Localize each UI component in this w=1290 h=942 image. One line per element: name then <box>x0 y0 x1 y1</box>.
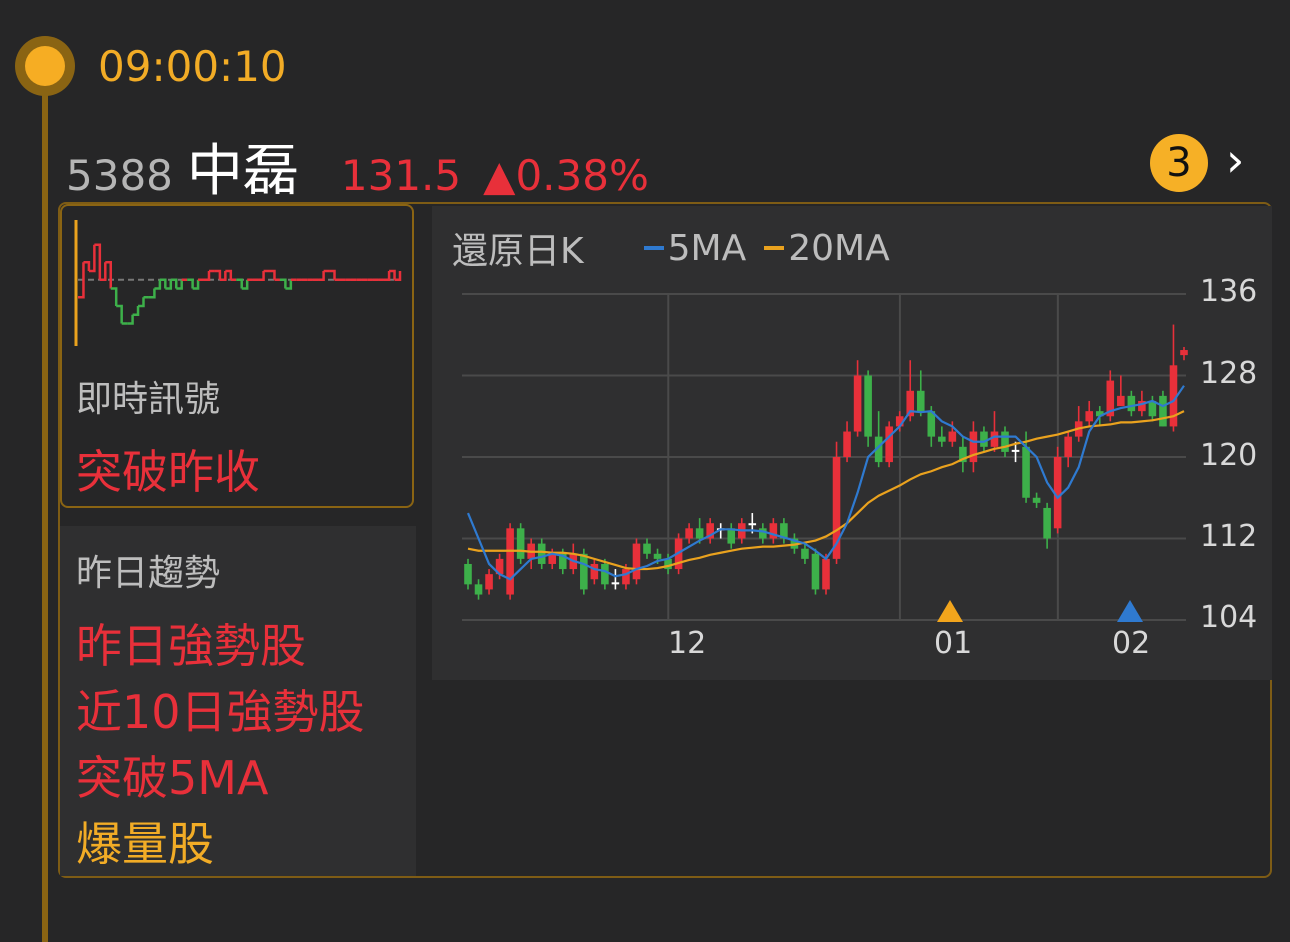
chevron-right-icon[interactable]: › <box>1226 130 1244 190</box>
intraday-segment <box>132 306 140 316</box>
stock-price: 131.5 <box>340 151 462 200</box>
ma5-legend-label: 5MA <box>667 227 747 269</box>
intraday-segment <box>187 278 194 289</box>
ma20-legend-label: 20MA <box>788 227 890 269</box>
x-tick-label: 12 <box>668 626 707 661</box>
timeline-dot-icon <box>15 36 75 96</box>
intraday-segment <box>203 271 211 281</box>
signal-count-badge[interactable]: 3 <box>1150 134 1208 192</box>
intraday-segment <box>214 269 222 280</box>
signal-time: 09:00:10 <box>98 42 287 91</box>
trend-item: 爆量股 <box>76 817 214 871</box>
stock-name: 中磊 <box>186 139 299 204</box>
intraday-sparkline <box>74 220 402 346</box>
chart-title: 還原日K <box>452 231 584 272</box>
kline-chart-panel[interactable] <box>432 206 1272 680</box>
trend-item: 近10日強勢股 <box>76 685 365 739</box>
intraday-segment <box>154 279 162 290</box>
y-tick-label: 136 <box>1200 274 1258 309</box>
ma20-legend-swatch <box>764 246 785 250</box>
chart-legend: 還原日K 5MA 20MA <box>452 222 890 274</box>
intraday-segment <box>383 271 391 281</box>
y-tick-label: 128 <box>1200 356 1258 391</box>
y-tick-label: 104 <box>1200 600 1258 635</box>
intraday-segment <box>329 269 336 280</box>
ma5-legend-swatch <box>643 246 664 250</box>
y-tick-label: 112 <box>1200 519 1258 554</box>
x-tick-label: 01 <box>934 626 973 661</box>
intraday-segment <box>258 271 265 281</box>
trend-title: 昨日趨勢 <box>76 553 221 594</box>
intraday-segment <box>127 314 134 325</box>
y-tick-label: 120 <box>1200 438 1258 473</box>
trend-item: 昨日強勢股 <box>76 619 306 673</box>
stock-header[interactable]: 5388 中磊 131.5 ▲0.38% <box>66 126 649 204</box>
intraday-segment <box>236 278 243 289</box>
stock-code: 5388 <box>66 151 173 200</box>
trend-item: 突破5MA <box>76 751 269 805</box>
x-tick-label: 02 <box>1112 626 1151 661</box>
signal-value: 突破昨收 <box>76 445 260 499</box>
intraday-segment <box>279 278 287 289</box>
stock-change: ▲0.38% <box>483 151 649 200</box>
intraday-segment <box>318 271 325 281</box>
intraday-segment <box>138 297 145 308</box>
intraday-segment <box>148 288 156 299</box>
signal-title: 即時訊號 <box>76 379 221 420</box>
intraday-segment <box>116 304 123 324</box>
intraday-segment <box>269 269 276 280</box>
intraday-segment <box>110 287 118 306</box>
timeline-line <box>42 90 48 942</box>
